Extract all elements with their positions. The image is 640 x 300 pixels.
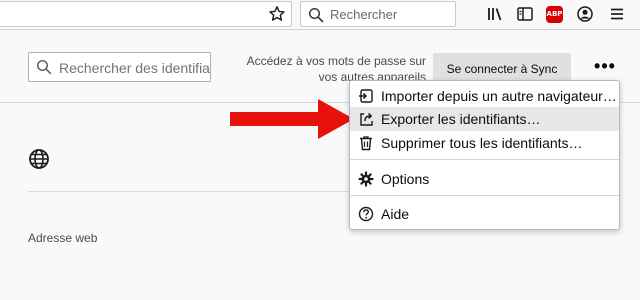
sync-promo-line-1: Accédez à vos mots de passe sur bbox=[246, 54, 426, 68]
globe-icon bbox=[29, 149, 49, 169]
menu-item-import[interactable]: Importer depuis un autre navigateur… bbox=[350, 84, 619, 108]
account-icon[interactable] bbox=[576, 5, 594, 23]
menu-item-label: Importer depuis un autre navigateur… bbox=[381, 88, 617, 104]
menu-item-help[interactable]: Aide bbox=[350, 202, 619, 226]
menu-item-label: Exporter les identifiants… bbox=[381, 111, 541, 127]
web-address-label: Adresse web bbox=[28, 231, 98, 245]
browser-search-bar[interactable]: Rechercher bbox=[300, 1, 456, 27]
bookmark-star-icon[interactable] bbox=[268, 5, 286, 23]
sidebar-icon[interactable] bbox=[516, 5, 534, 23]
content-divider bbox=[28, 191, 358, 192]
menu-item-label: Supprimer tous les identifiants… bbox=[381, 135, 583, 151]
red-arrow-annotation bbox=[230, 99, 354, 139]
menu-item-remove-all[interactable]: Supprimer tous les identifiants… bbox=[350, 131, 619, 155]
logins-search-input[interactable]: Rechercher des identifia bbox=[28, 52, 211, 82]
gear-icon bbox=[358, 171, 374, 187]
trash-icon bbox=[360, 136, 372, 151]
menu-item-export[interactable]: Exporter les identifiants… bbox=[350, 107, 619, 131]
adblock-plus-icon[interactable]: ABP bbox=[546, 6, 563, 23]
search-icon bbox=[308, 7, 324, 23]
menu-separator bbox=[350, 195, 619, 196]
export-icon bbox=[360, 112, 373, 126]
library-icon[interactable] bbox=[486, 5, 504, 23]
help-icon bbox=[358, 206, 374, 222]
import-icon bbox=[359, 89, 373, 103]
search-icon bbox=[36, 59, 52, 75]
browser-toolbar: Rechercher ABP bbox=[0, 0, 640, 30]
menu-separator bbox=[350, 159, 619, 160]
more-options-button[interactable]: ••• bbox=[592, 57, 618, 78]
url-bar[interactable] bbox=[0, 1, 292, 27]
menu-item-options[interactable]: Options bbox=[350, 167, 619, 191]
logins-search-placeholder: Rechercher des identifia bbox=[59, 60, 210, 76]
logins-menu: Importer depuis un autre navigateur… Exp… bbox=[349, 80, 620, 230]
menu-item-label: Aide bbox=[381, 206, 410, 222]
hamburger-menu-icon[interactable] bbox=[608, 5, 626, 23]
browser-search-placeholder: Rechercher bbox=[330, 7, 398, 22]
menu-item-label: Options bbox=[381, 171, 430, 187]
